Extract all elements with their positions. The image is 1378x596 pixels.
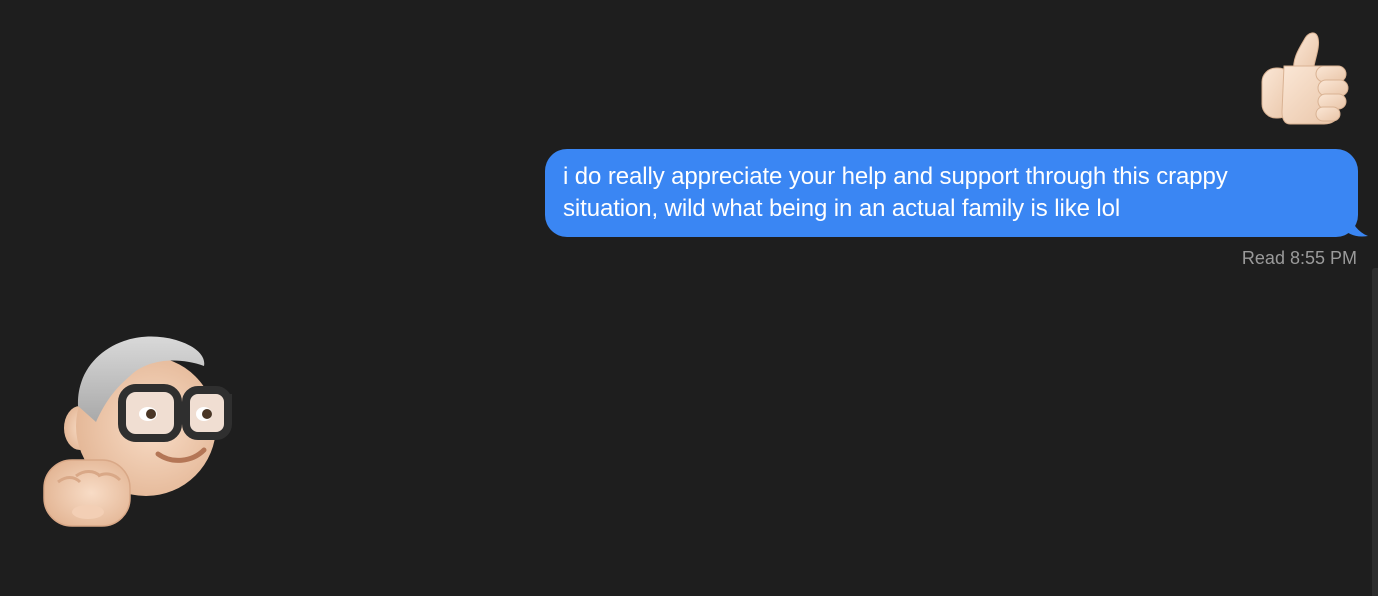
scrollbar[interactable] [1372,268,1378,596]
bubble-tail [1342,214,1368,237]
messages-transcript: i do really appreciate your help and sup… [0,0,1378,596]
thumbs-up-icon[interactable] [1254,24,1358,128]
outgoing-message-bubble[interactable]: i do really appreciate your help and sup… [545,149,1358,237]
memoji-fist-bump-icon[interactable] [36,326,236,536]
read-receipt: Read 8:55 PM [1241,248,1357,268]
message-text-line-1: i do really appreciate your help and sup… [563,163,1228,190]
message-text-line-2: situation, wild what being in an actual … [563,195,1121,222]
